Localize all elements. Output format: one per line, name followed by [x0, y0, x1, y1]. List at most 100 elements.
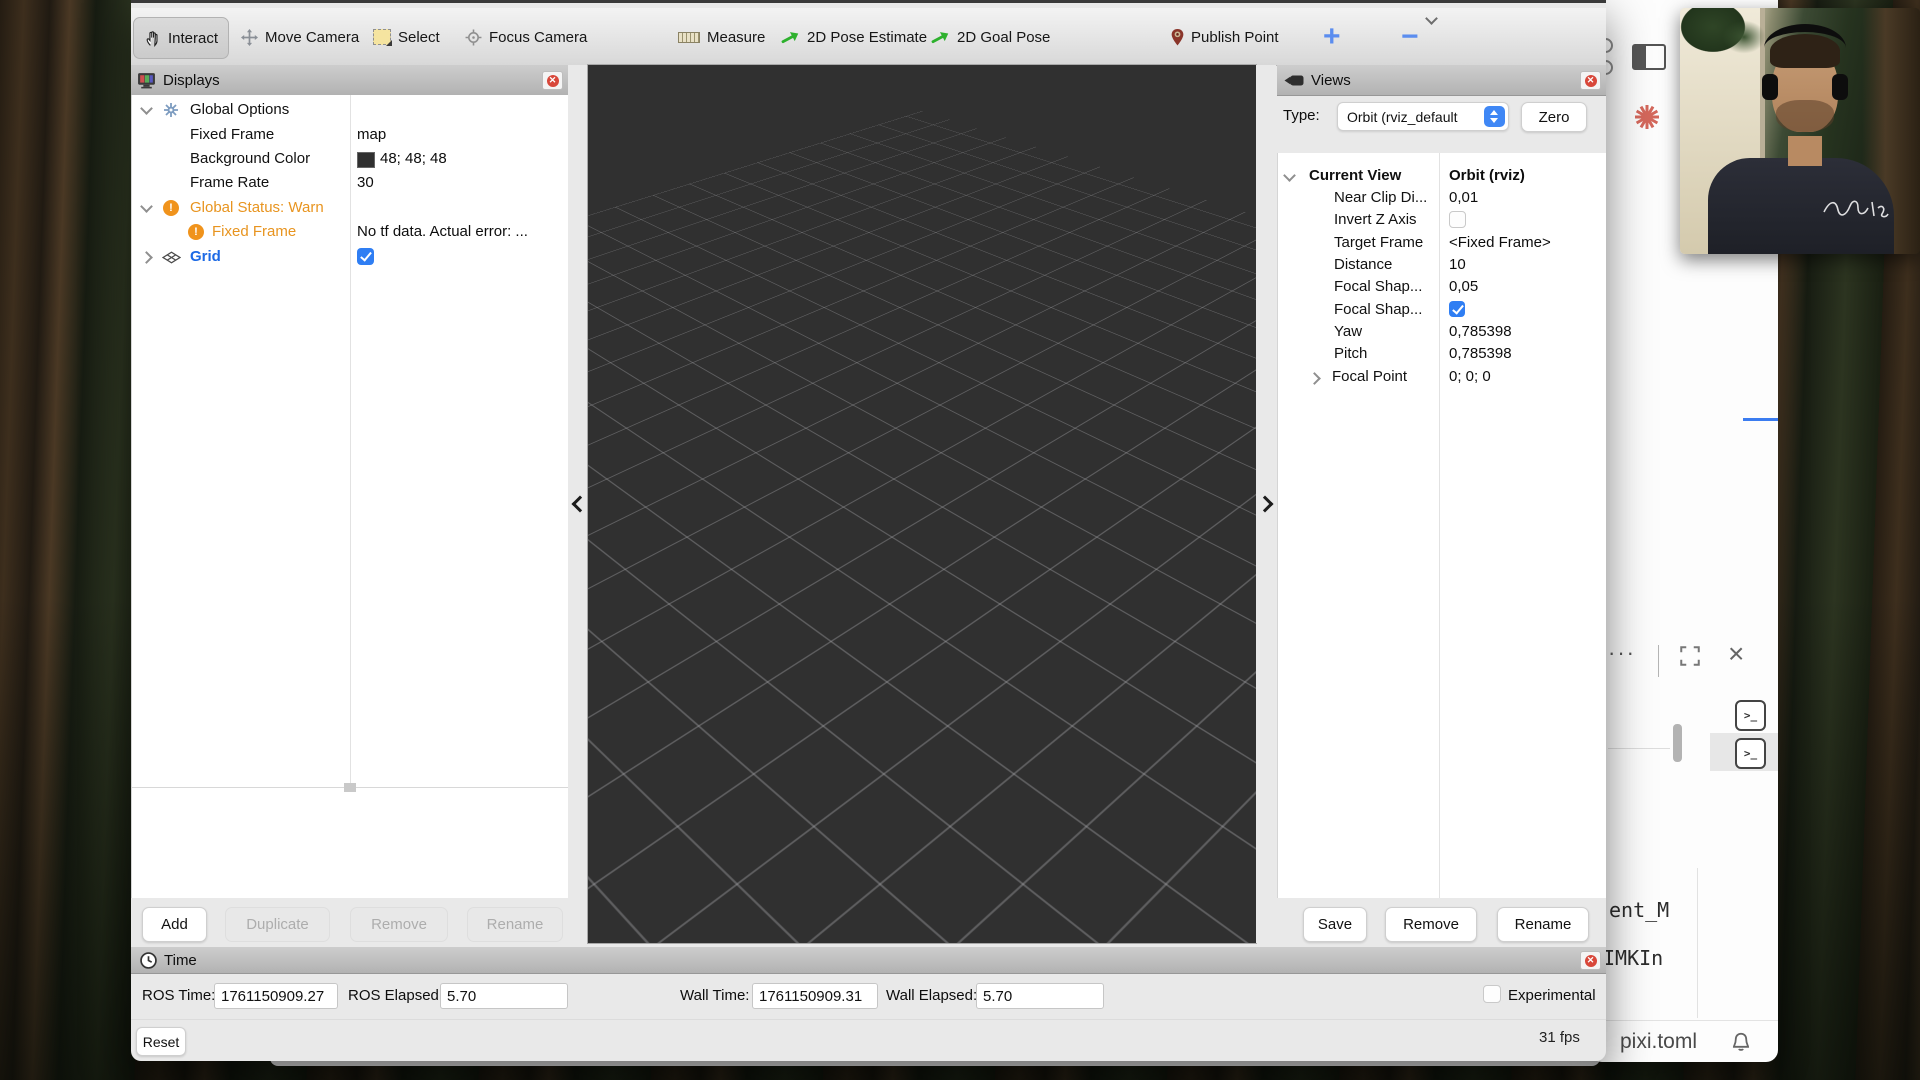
- terminal-text: IMKIn: [1603, 946, 1663, 970]
- ros-time-field[interactable]: [214, 983, 338, 1009]
- shirt-graphic: [1820, 188, 1890, 224]
- tree-value[interactable]: 0,785398: [1449, 321, 1512, 343]
- duplicate-display-button[interactable]: Duplicate: [225, 907, 330, 942]
- displays-panel-titlebar[interactable]: Displays ✕: [131, 65, 568, 96]
- chevron-down-icon[interactable]: [140, 102, 153, 115]
- tree-row-focal-shape-fixed[interactable]: Focal Shap...: [1278, 299, 1606, 321]
- tree-row-yaw[interactable]: Yaw 0,785398: [1278, 321, 1606, 343]
- statusbar-file-label[interactable]: pixi.toml: [1620, 1030, 1697, 1054]
- tool-move-camera[interactable]: Move Camera: [231, 17, 369, 57]
- starburst-icon: [1632, 102, 1662, 132]
- tree-value[interactable]: 0,01: [1449, 187, 1478, 209]
- color-swatch[interactable]: [357, 152, 375, 168]
- tree-row-current-view[interactable]: Current View Orbit (rviz): [1278, 165, 1606, 187]
- close-panel-button[interactable]: ✕: [1580, 71, 1601, 90]
- tree-value[interactable]: 10: [1449, 254, 1466, 276]
- chevron-right-icon[interactable]: [1308, 372, 1321, 385]
- collapse-left-panel-handle[interactable]: [568, 65, 588, 943]
- tree-row-global-status[interactable]: ! Global Status: Warn: [132, 196, 569, 220]
- tree-value[interactable]: 30: [357, 171, 374, 195]
- tree-row-distance[interactable]: Distance 10: [1278, 254, 1606, 276]
- tool-focus-camera[interactable]: Focus Camera: [455, 17, 597, 57]
- collapse-right-panel-handle[interactable]: [1256, 65, 1276, 943]
- add-tool-button[interactable]: +: [1323, 20, 1341, 54]
- close-panel-button[interactable]: ✕: [542, 71, 563, 90]
- tree-row-global-options[interactable]: Global Options: [132, 98, 569, 122]
- tree-row-near-clip[interactable]: Near Clip Di... 0,01: [1278, 187, 1606, 209]
- tool-label: 2D Pose Estimate: [807, 29, 927, 46]
- scrollbar-thumb[interactable]: [1673, 724, 1682, 762]
- tree-value[interactable]: 0,05: [1449, 276, 1478, 298]
- close-icon[interactable]: ×: [1728, 640, 1744, 668]
- chevron-down-icon[interactable]: [140, 200, 153, 213]
- save-view-button[interactable]: Save: [1303, 907, 1367, 942]
- grid-enabled-checkbox[interactable]: [357, 248, 374, 265]
- tree-value[interactable]: 48; 48; 48: [380, 147, 447, 171]
- tree-row-target-frame[interactable]: Target Frame <Fixed Frame>: [1278, 232, 1606, 254]
- tool-2d-pose-estimate[interactable]: 2D Pose Estimate: [770, 17, 937, 57]
- remove-display-button[interactable]: Remove: [350, 907, 448, 942]
- tool-select[interactable]: Select: [363, 17, 450, 57]
- ros-time-label: ROS Time:: [142, 987, 215, 1004]
- more-actions-icon[interactable]: ···: [1608, 640, 1636, 666]
- tree-row-focal-point[interactable]: Focal Point 0; 0; 0: [1278, 366, 1606, 388]
- ros-elapsed-field[interactable]: [440, 983, 568, 1009]
- select-box-icon: [373, 29, 391, 45]
- wall-elapsed-label: Wall Elapsed:: [886, 987, 977, 1004]
- wall-time-label: Wall Time:: [680, 987, 749, 1004]
- bell-icon[interactable]: [1730, 1031, 1752, 1053]
- remove-view-button[interactable]: Remove: [1385, 907, 1477, 942]
- experimental-checkbox[interactable]: [1483, 985, 1501, 1003]
- hand-cursor-icon: [144, 30, 161, 47]
- rename-view-button[interactable]: Rename: [1497, 907, 1589, 942]
- tree-value[interactable]: 0; 0; 0: [1449, 366, 1491, 388]
- time-panel-titlebar[interactable]: Time ✕: [131, 947, 1606, 974]
- rename-display-button[interactable]: Rename: [467, 907, 563, 942]
- tool-2d-goal-pose[interactable]: 2D Goal Pose: [920, 17, 1060, 57]
- chevron-right-icon[interactable]: [140, 251, 153, 264]
- wall-time-field[interactable]: [752, 983, 878, 1009]
- button-label: Save: [1318, 916, 1352, 933]
- tree-row-frame-rate[interactable]: Frame Rate 30: [132, 171, 569, 195]
- tree-value[interactable]: 0,785398: [1449, 343, 1512, 365]
- tool-publish-point[interactable]: Publish Point: [1161, 17, 1289, 57]
- tree-row-fixed-frame-warning[interactable]: ! Fixed Frame No tf data. Actual error: …: [132, 220, 569, 244]
- headphones-band: [1764, 24, 1846, 72]
- tool-interact[interactable]: Interact: [133, 17, 229, 59]
- 3d-viewport[interactable]: [588, 65, 1256, 943]
- terminal-icon[interactable]: >_: [1735, 738, 1766, 769]
- close-panel-button[interactable]: ✕: [1580, 951, 1601, 970]
- tree-row-fixed-frame[interactable]: Fixed Frame map: [132, 123, 569, 147]
- warning-icon: !: [163, 200, 179, 216]
- tree-row-background-color[interactable]: Background Color 48; 48; 48: [132, 147, 569, 171]
- focal-shape-fixed-checkbox[interactable]: [1449, 301, 1465, 317]
- fps-counter: 31 fps: [1539, 1029, 1580, 1046]
- sidebar-toggle-icon[interactable]: [1632, 44, 1666, 70]
- tree-value[interactable]: map: [357, 123, 386, 147]
- button-label: Add: [161, 916, 188, 933]
- tool-measure[interactable]: Measure: [668, 17, 775, 57]
- tree-row-grid[interactable]: Grid: [132, 245, 569, 269]
- zero-view-button[interactable]: Zero: [1521, 102, 1587, 132]
- tree-row-pitch[interactable]: Pitch 0,785398: [1278, 343, 1606, 365]
- terminal-icon[interactable]: >_: [1735, 700, 1766, 731]
- add-display-button[interactable]: Add: [142, 907, 207, 942]
- close-icon: ✕: [547, 75, 559, 87]
- reset-button[interactable]: Reset: [136, 1027, 186, 1056]
- toolbar-overflow-icon[interactable]: [1425, 12, 1438, 25]
- chevron-down-icon[interactable]: [1283, 169, 1296, 182]
- expand-icon[interactable]: [1680, 646, 1700, 666]
- invert-z-checkbox[interactable]: [1449, 211, 1466, 228]
- splitter-handle[interactable]: [344, 783, 356, 792]
- tree-value[interactable]: <Fixed Frame>: [1449, 232, 1551, 254]
- dropdown-stepper-icon: [1484, 106, 1505, 127]
- map-pin-icon: [1171, 29, 1184, 46]
- remove-tool-button[interactable]: −: [1401, 20, 1419, 54]
- tree-row-invert-z[interactable]: Invert Z Axis: [1278, 209, 1606, 231]
- view-type-dropdown[interactable]: Orbit (rviz_default: [1337, 102, 1509, 131]
- tree-row-focal-shape-size[interactable]: Focal Shap... 0,05: [1278, 276, 1606, 298]
- wall-elapsed-field[interactable]: [976, 983, 1104, 1009]
- blue-indicator-line: [1743, 418, 1778, 421]
- tool-label: Focus Camera: [489, 29, 587, 46]
- views-panel-titlebar[interactable]: Views ✕: [1277, 65, 1606, 96]
